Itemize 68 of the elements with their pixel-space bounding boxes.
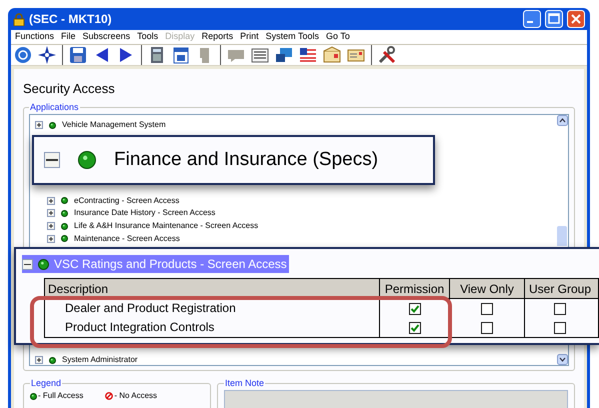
power-icon[interactable] bbox=[14, 46, 32, 64]
save-icon[interactable] bbox=[69, 46, 87, 64]
tree-item[interactable]: eContracting - Screen Access bbox=[74, 194, 180, 207]
group-label: Item Note bbox=[224, 376, 266, 390]
close-button[interactable] bbox=[567, 10, 585, 28]
legend-text: - No Access bbox=[114, 390, 158, 402]
menu-item[interactable]: System Tools bbox=[266, 30, 319, 44]
tree-item[interactable]: VSC Ratings and Products - Screen Access bbox=[22, 255, 289, 273]
expand-icon[interactable] bbox=[35, 356, 43, 364]
status-dot-icon bbox=[61, 222, 68, 230]
calculator-icon[interactable] bbox=[148, 46, 166, 64]
padlock-icon bbox=[13, 12, 25, 26]
collapse-icon[interactable] bbox=[22, 258, 33, 270]
no-access-icon bbox=[105, 392, 114, 400]
tools-icon[interactable] bbox=[378, 46, 396, 64]
status-dot-icon bbox=[61, 235, 68, 242]
menu-item[interactable]: Print bbox=[240, 30, 259, 44]
expand-icon[interactable] bbox=[47, 209, 55, 218]
table-cell-text: Dealer and Product Registration bbox=[64, 300, 237, 317]
tree-item[interactable]: Vehicle Management System bbox=[62, 119, 166, 132]
checkbox[interactable] bbox=[554, 302, 566, 314]
tree-item[interactable]: Insurance Date History - Screen Access bbox=[74, 207, 216, 220]
checkbox[interactable] bbox=[481, 302, 493, 314]
status-dot-icon bbox=[38, 258, 49, 270]
scroll-thumb[interactable] bbox=[557, 226, 567, 246]
expand-icon[interactable] bbox=[35, 121, 43, 130]
status-dot-icon bbox=[49, 356, 56, 364]
window-title: (SEC - MKT10) bbox=[29, 11, 113, 28]
menu-item[interactable]: Functions bbox=[15, 30, 54, 44]
column-header[interactable]: Permission bbox=[379, 279, 449, 298]
menu-item[interactable]: Go To bbox=[326, 30, 350, 44]
compass-icon[interactable] bbox=[38, 46, 56, 64]
tree-item[interactable]: System Administrator bbox=[62, 354, 138, 366]
group-label: Applications bbox=[29, 100, 80, 114]
column-header[interactable]: View Only bbox=[449, 279, 524, 298]
checkbox[interactable] bbox=[481, 322, 493, 334]
menu-item[interactable]: Subscreens bbox=[82, 30, 130, 44]
column-header[interactable]: Description bbox=[45, 279, 379, 298]
status-dot-icon bbox=[61, 197, 68, 204]
checkbox[interactable] bbox=[408, 302, 420, 314]
collapse-icon[interactable] bbox=[44, 152, 60, 168]
table-cell-text: Product Integration Controls bbox=[64, 319, 216, 336]
status-dot-icon bbox=[78, 151, 96, 169]
group-label: Legend bbox=[30, 376, 62, 390]
maximize-button[interactable] bbox=[545, 10, 563, 28]
status-dot-icon bbox=[30, 392, 37, 400]
scroll-down-icon bbox=[556, 354, 568, 365]
menu-item[interactable]: File bbox=[61, 30, 76, 44]
minimize-button[interactable] bbox=[523, 10, 541, 28]
flag-icon[interactable] bbox=[299, 46, 317, 64]
expand-icon[interactable] bbox=[47, 196, 55, 205]
envelope-icon[interactable] bbox=[323, 46, 341, 64]
page-title: Security Access bbox=[23, 80, 116, 98]
tree-item[interactable]: Finance and Insurance (Specs) bbox=[114, 146, 378, 174]
scroll-up-icon bbox=[556, 115, 568, 126]
column-header[interactable]: User Group bbox=[524, 279, 595, 298]
form-icon[interactable] bbox=[251, 46, 269, 64]
menu-item[interactable]: Tools bbox=[137, 30, 158, 44]
expand-icon[interactable] bbox=[47, 234, 55, 243]
checkbox[interactable] bbox=[408, 322, 420, 334]
status-dot-icon bbox=[61, 210, 68, 217]
menu-item[interactable]: Reports bbox=[202, 30, 234, 44]
status-dot-icon bbox=[49, 122, 56, 129]
tree-item[interactable]: Life & A&H Insurance Maintenance - Screen Access bbox=[74, 220, 258, 232]
expand-icon[interactable] bbox=[47, 222, 55, 230]
legend-text: - Full Access bbox=[38, 390, 84, 402]
checkbox[interactable] bbox=[554, 322, 566, 334]
tree-item[interactable]: Maintenance - Screen Access bbox=[74, 232, 180, 245]
